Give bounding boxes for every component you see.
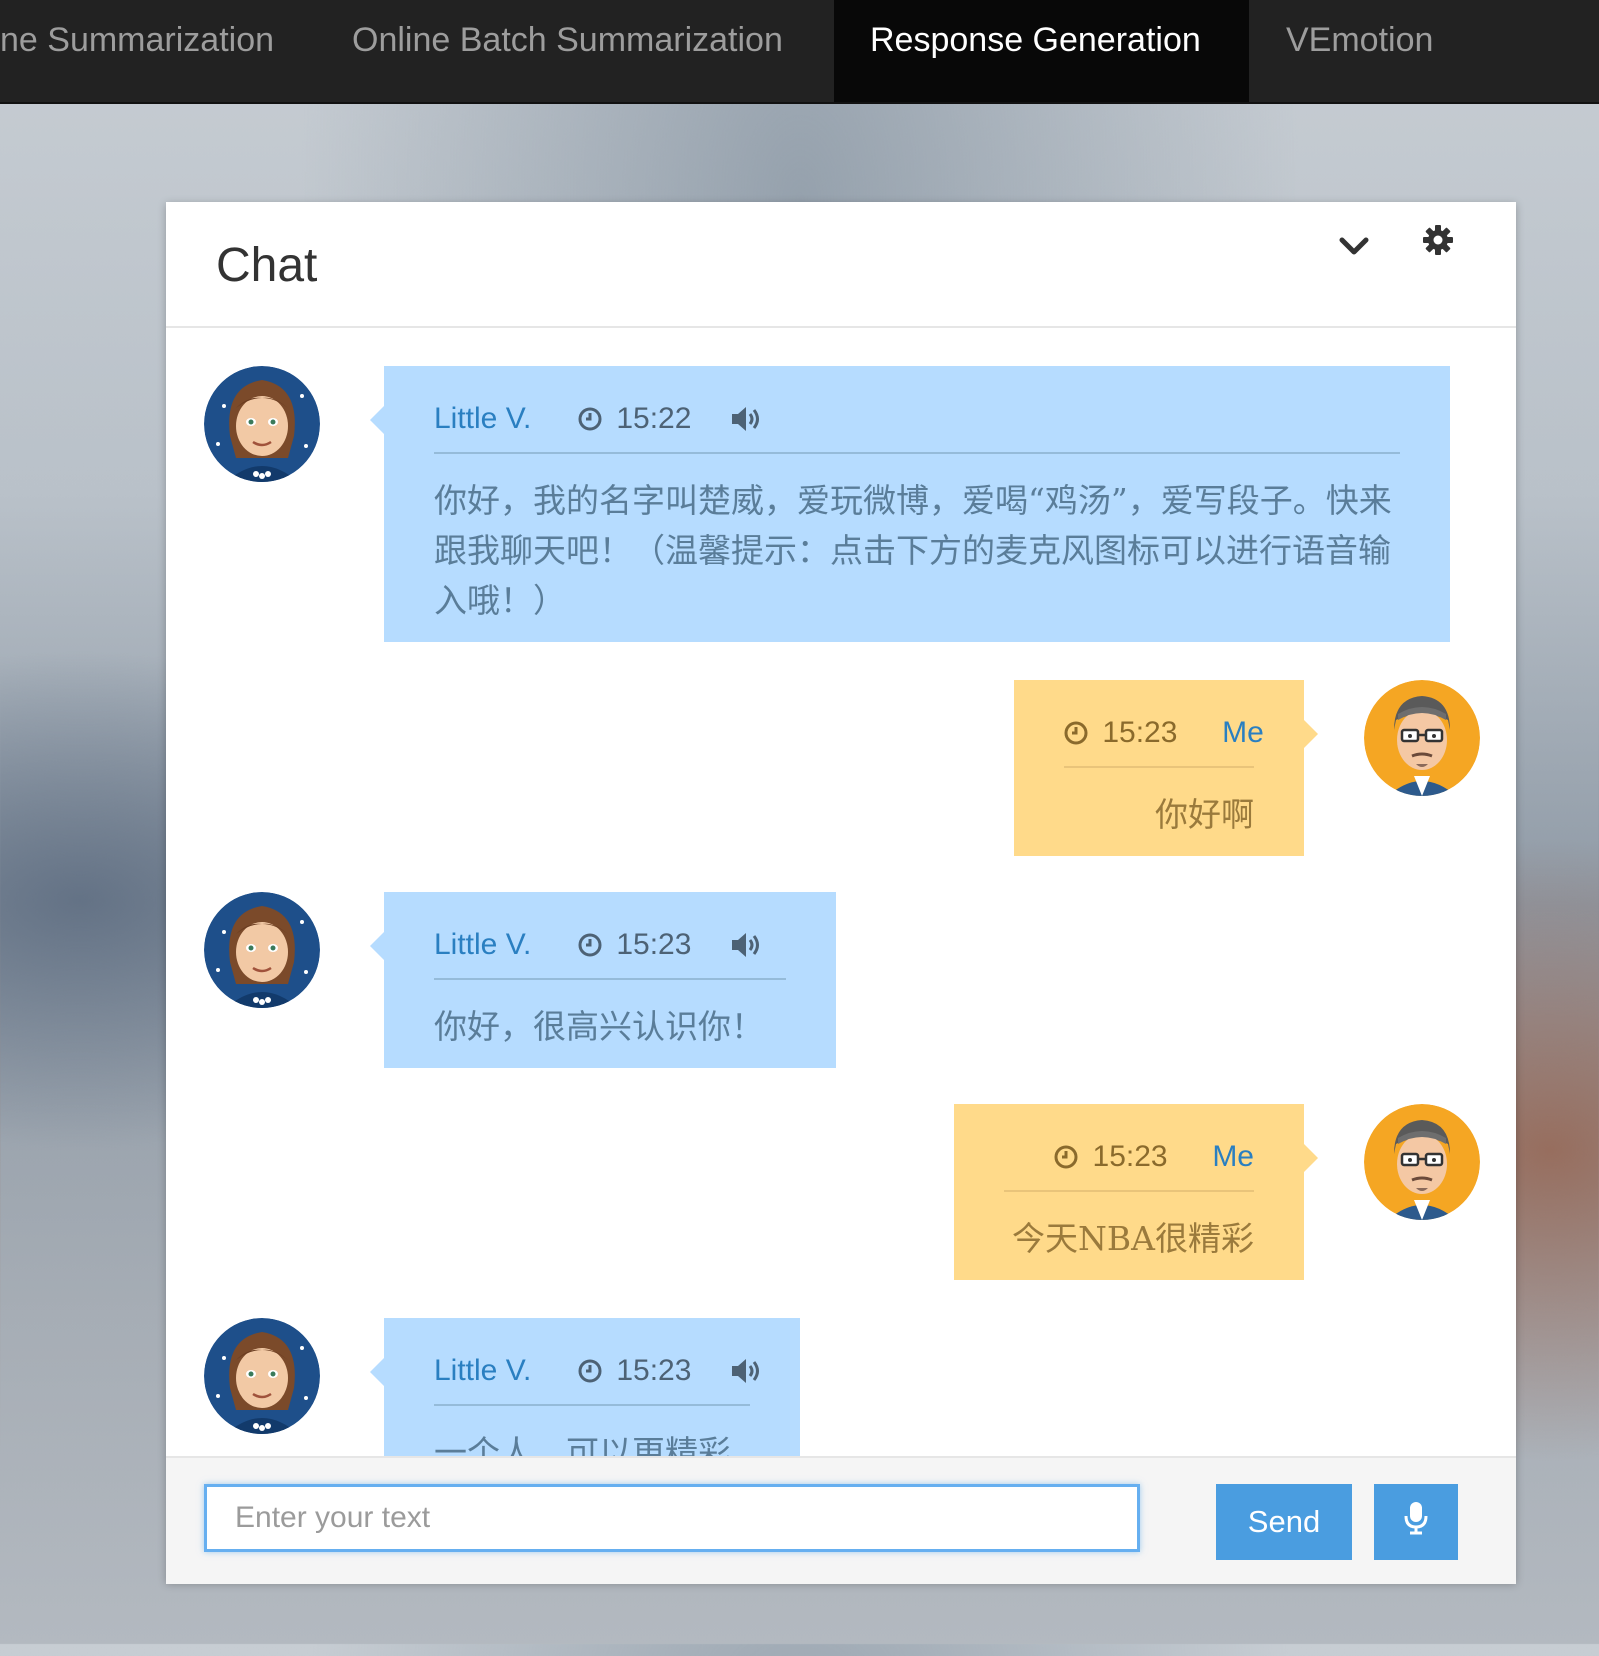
message-text: 你好，我的名字叫楚威，爱玩微博，爱喝“鸡汤”，爱写段子。快来跟我聊天吧！（温馨提… xyxy=(434,481,1392,620)
sender-name: Little V. xyxy=(434,928,532,962)
bot-bubble: Little V. 15:22 你好，我的名字叫楚威，爱玩微博，爱喝“鸡汤”，爱… xyxy=(370,366,1450,642)
bot-avatar xyxy=(204,1318,320,1434)
user-avatar-image xyxy=(1364,1104,1480,1220)
message-input[interactable] xyxy=(204,1484,1140,1552)
panel-title: Chat xyxy=(216,239,318,292)
tab-online-summarization[interactable]: ne Summarization xyxy=(0,0,310,102)
message-meta: Little V. 15:22 xyxy=(434,394,1400,442)
tab-response-generation[interactable]: Response Generation xyxy=(834,0,1249,102)
user-avatar-image xyxy=(1364,680,1480,796)
message-time: 15:23 xyxy=(1102,716,1178,750)
me-bubble: 15:23 Me 你好啊 xyxy=(1014,680,1318,856)
message-time: 15:23 xyxy=(1092,1140,1168,1174)
message-time: 15:22 xyxy=(616,402,692,436)
bot-avatar-image xyxy=(204,366,320,482)
speaker-icon[interactable] xyxy=(730,1356,764,1386)
message-text: 你好，很高兴认识你！ xyxy=(434,1007,764,1046)
user-avatar xyxy=(1364,680,1480,796)
clock-icon xyxy=(578,1359,602,1383)
divider xyxy=(434,978,786,980)
microphone-icon xyxy=(1404,1502,1428,1535)
sender-name: Me xyxy=(1222,716,1264,750)
clock-icon xyxy=(578,933,602,957)
divider xyxy=(434,452,1400,454)
tab-vemotion[interactable]: VEmotion xyxy=(1286,0,1486,102)
tab-online-batch-summarization[interactable]: Online Batch Summarization xyxy=(352,0,792,102)
divider xyxy=(1064,766,1254,768)
clock-icon xyxy=(1054,1145,1078,1169)
message-text: 今天NBA很精彩 xyxy=(1012,1219,1254,1258)
message-time: 15:23 xyxy=(616,928,692,962)
message-meta: 15:23 Me xyxy=(1004,1132,1254,1180)
gear-icon[interactable] xyxy=(1418,220,1458,260)
bot-avatar-image xyxy=(204,892,320,1008)
chat-input-bar: Send xyxy=(166,1456,1516,1584)
message-meta: Little V. 15:23 xyxy=(434,1346,760,1394)
message-text: 你好啊 xyxy=(1155,795,1254,834)
clock-icon xyxy=(1064,721,1088,745)
message-meta: 15:23 Me xyxy=(1064,708,1264,756)
bot-avatar-image xyxy=(204,1318,320,1434)
clock-icon xyxy=(578,407,602,431)
microphone-button[interactable] xyxy=(1374,1484,1458,1560)
send-button[interactable]: Send xyxy=(1216,1484,1352,1560)
bot-avatar xyxy=(204,892,320,1008)
bot-bubble: Little V. 15:23 你好，很高兴认识你！ xyxy=(370,892,836,1068)
speaker-icon[interactable] xyxy=(730,404,764,434)
chat-panel: Chat Little V. 15:22 你好，我的名字叫楚威，爱玩微博，爱喝“… xyxy=(166,202,1516,1584)
message-meta: Little V. 15:23 xyxy=(434,920,786,968)
bot-avatar xyxy=(204,366,320,482)
top-nav: ne Summarization Online Batch Summarizat… xyxy=(0,0,1599,104)
me-bubble: 15:23 Me 今天NBA很精彩 xyxy=(954,1104,1318,1280)
divider xyxy=(1004,1190,1254,1192)
divider xyxy=(434,1404,750,1406)
sender-name: Me xyxy=(1212,1140,1254,1174)
chevron-down-icon[interactable] xyxy=(1334,226,1374,266)
sender-name: Little V. xyxy=(434,1354,532,1388)
message-time: 15:23 xyxy=(616,1354,692,1388)
speaker-icon[interactable] xyxy=(730,930,764,960)
user-avatar xyxy=(1364,1104,1480,1220)
sender-name: Little V. xyxy=(434,402,532,436)
panel-header: Chat xyxy=(166,202,1516,328)
